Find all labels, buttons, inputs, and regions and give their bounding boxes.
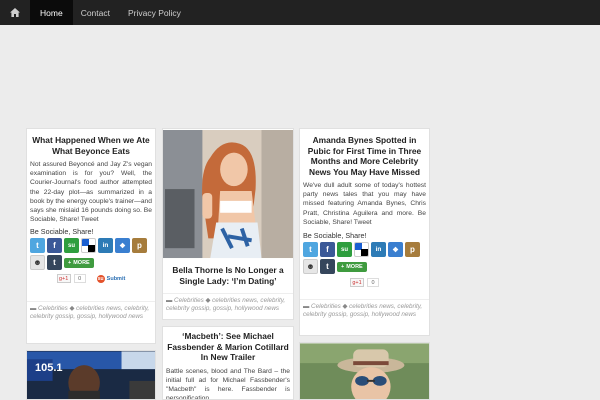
plus-icon: + (341, 264, 345, 271)
tag-icon: ◆ (205, 297, 211, 304)
tag-icon: ◆ (342, 303, 348, 311)
submit-button[interactable]: su Submit (96, 274, 125, 283)
post-card-hat (299, 342, 430, 400)
nav-item-home[interactable]: Home (30, 0, 73, 25)
nav-item-privacy-policy[interactable]: Privacy Policy (118, 0, 191, 25)
gplus-count: 0 (73, 274, 86, 284)
google-plus-icon[interactable]: g+1 (350, 278, 364, 288)
post-meta: ▬ Celebrities ◆ celebrities news, celebr… (27, 301, 155, 321)
stumbleupon-icon[interactable]: su (337, 242, 352, 258)
post-meta: ▬ Celebrities ◆ celebrities news, celebr… (300, 299, 429, 319)
post-image[interactable] (300, 343, 429, 400)
linkedin-icon[interactable]: in (371, 242, 386, 258)
stumbleupon-submit-icon: su (96, 274, 105, 283)
post-title[interactable]: What Happened When we Ate What Beyonce E… (27, 135, 155, 156)
category-link[interactable]: Celebrities (38, 305, 68, 312)
post-image[interactable] (27, 351, 155, 400)
google-plus-icon[interactable]: g+1 (56, 274, 71, 284)
myspace-icon[interactable]: ❖ (115, 238, 130, 254)
folder-icon: ▬ (166, 297, 173, 304)
post-excerpt: Battle scenes, blood and The Bard – the … (166, 367, 290, 400)
post-card-bella: Bella Thorne Is No Longer a Single Lady:… (162, 128, 294, 320)
gplus-count: 0 (367, 278, 379, 288)
category-link[interactable]: Celebrities (311, 303, 341, 310)
post-card-macbeth: ‘Macbeth’: See Michael Fassbender & Mari… (162, 326, 294, 400)
nav-item-contact[interactable]: Contact (73, 0, 118, 25)
plurk-icon[interactable]: p (405, 242, 420, 258)
linkedin-icon[interactable]: in (98, 238, 113, 254)
more-share-button[interactable]: + MORE (64, 258, 94, 269)
folder-icon: ▬ (303, 303, 310, 311)
tag-icon: ◆ (69, 305, 75, 313)
tumblr-icon[interactable]: t (320, 259, 335, 275)
post-card-radio: 105.1 (26, 350, 156, 400)
post-excerpt: We've dull adult some of today's hottest… (303, 182, 426, 226)
post-image[interactable] (163, 129, 293, 259)
gplus-row: g+1 0 (300, 274, 429, 288)
post-title[interactable]: Bella Thorne Is No Longer a Single Lady:… (163, 265, 293, 286)
tumblr-icon[interactable]: t (47, 255, 62, 271)
post-title[interactable]: Amanda Bynes Spotted in Pubic for First … (300, 135, 429, 177)
plus-icon: + (68, 260, 72, 267)
post-excerpt: Not assured Beyoncé and Jay Z's vegan ex… (30, 161, 152, 224)
ad-banner-space (0, 25, 600, 125)
twitter-icon[interactable]: t (303, 242, 318, 258)
share-icons: t f su in ❖ p ☻ t + MORE (300, 240, 429, 275)
share-icons: t f su in ❖ p ☻ t + MORE (27, 236, 155, 271)
plurk-icon[interactable]: p (132, 238, 147, 254)
post-card-beyonce: What Happened When we Ate What Beyonce E… (26, 128, 156, 344)
twitter-icon[interactable]: t (30, 238, 45, 254)
facebook-icon[interactable]: f (47, 238, 62, 254)
myspace-icon[interactable]: ❖ (388, 242, 403, 258)
delicious-icon[interactable] (81, 238, 96, 254)
top-navigation: Home Contact Privacy Policy (0, 0, 600, 25)
gplus-row: g+1 0 su Submit (27, 270, 155, 284)
post-title[interactable]: ‘Macbeth’: See Michael Fassbender & Mari… (163, 331, 293, 363)
sociable-label: Be Sociable, Share! (30, 227, 94, 237)
folder-icon: ▬ (30, 305, 37, 313)
category-link[interactable]: Celebrities (174, 297, 204, 304)
stumbleupon-icon[interactable]: su (64, 238, 79, 254)
home-icon[interactable] (0, 0, 30, 25)
radio-sign-text: 105.1 (35, 362, 63, 374)
post-meta: ▬ Celebrities ◆ celebrities news, celebr… (163, 293, 293, 313)
sociable-label: Be Sociable, Share! (303, 231, 367, 241)
reddit-icon[interactable]: ☻ (303, 259, 318, 275)
more-share-button[interactable]: + MORE (337, 262, 367, 273)
post-card-amanda: Amanda Bynes Spotted in Pubic for First … (299, 128, 430, 336)
reddit-icon[interactable]: ☻ (30, 255, 45, 271)
delicious-icon[interactable] (354, 242, 369, 258)
facebook-icon[interactable]: f (320, 242, 335, 258)
